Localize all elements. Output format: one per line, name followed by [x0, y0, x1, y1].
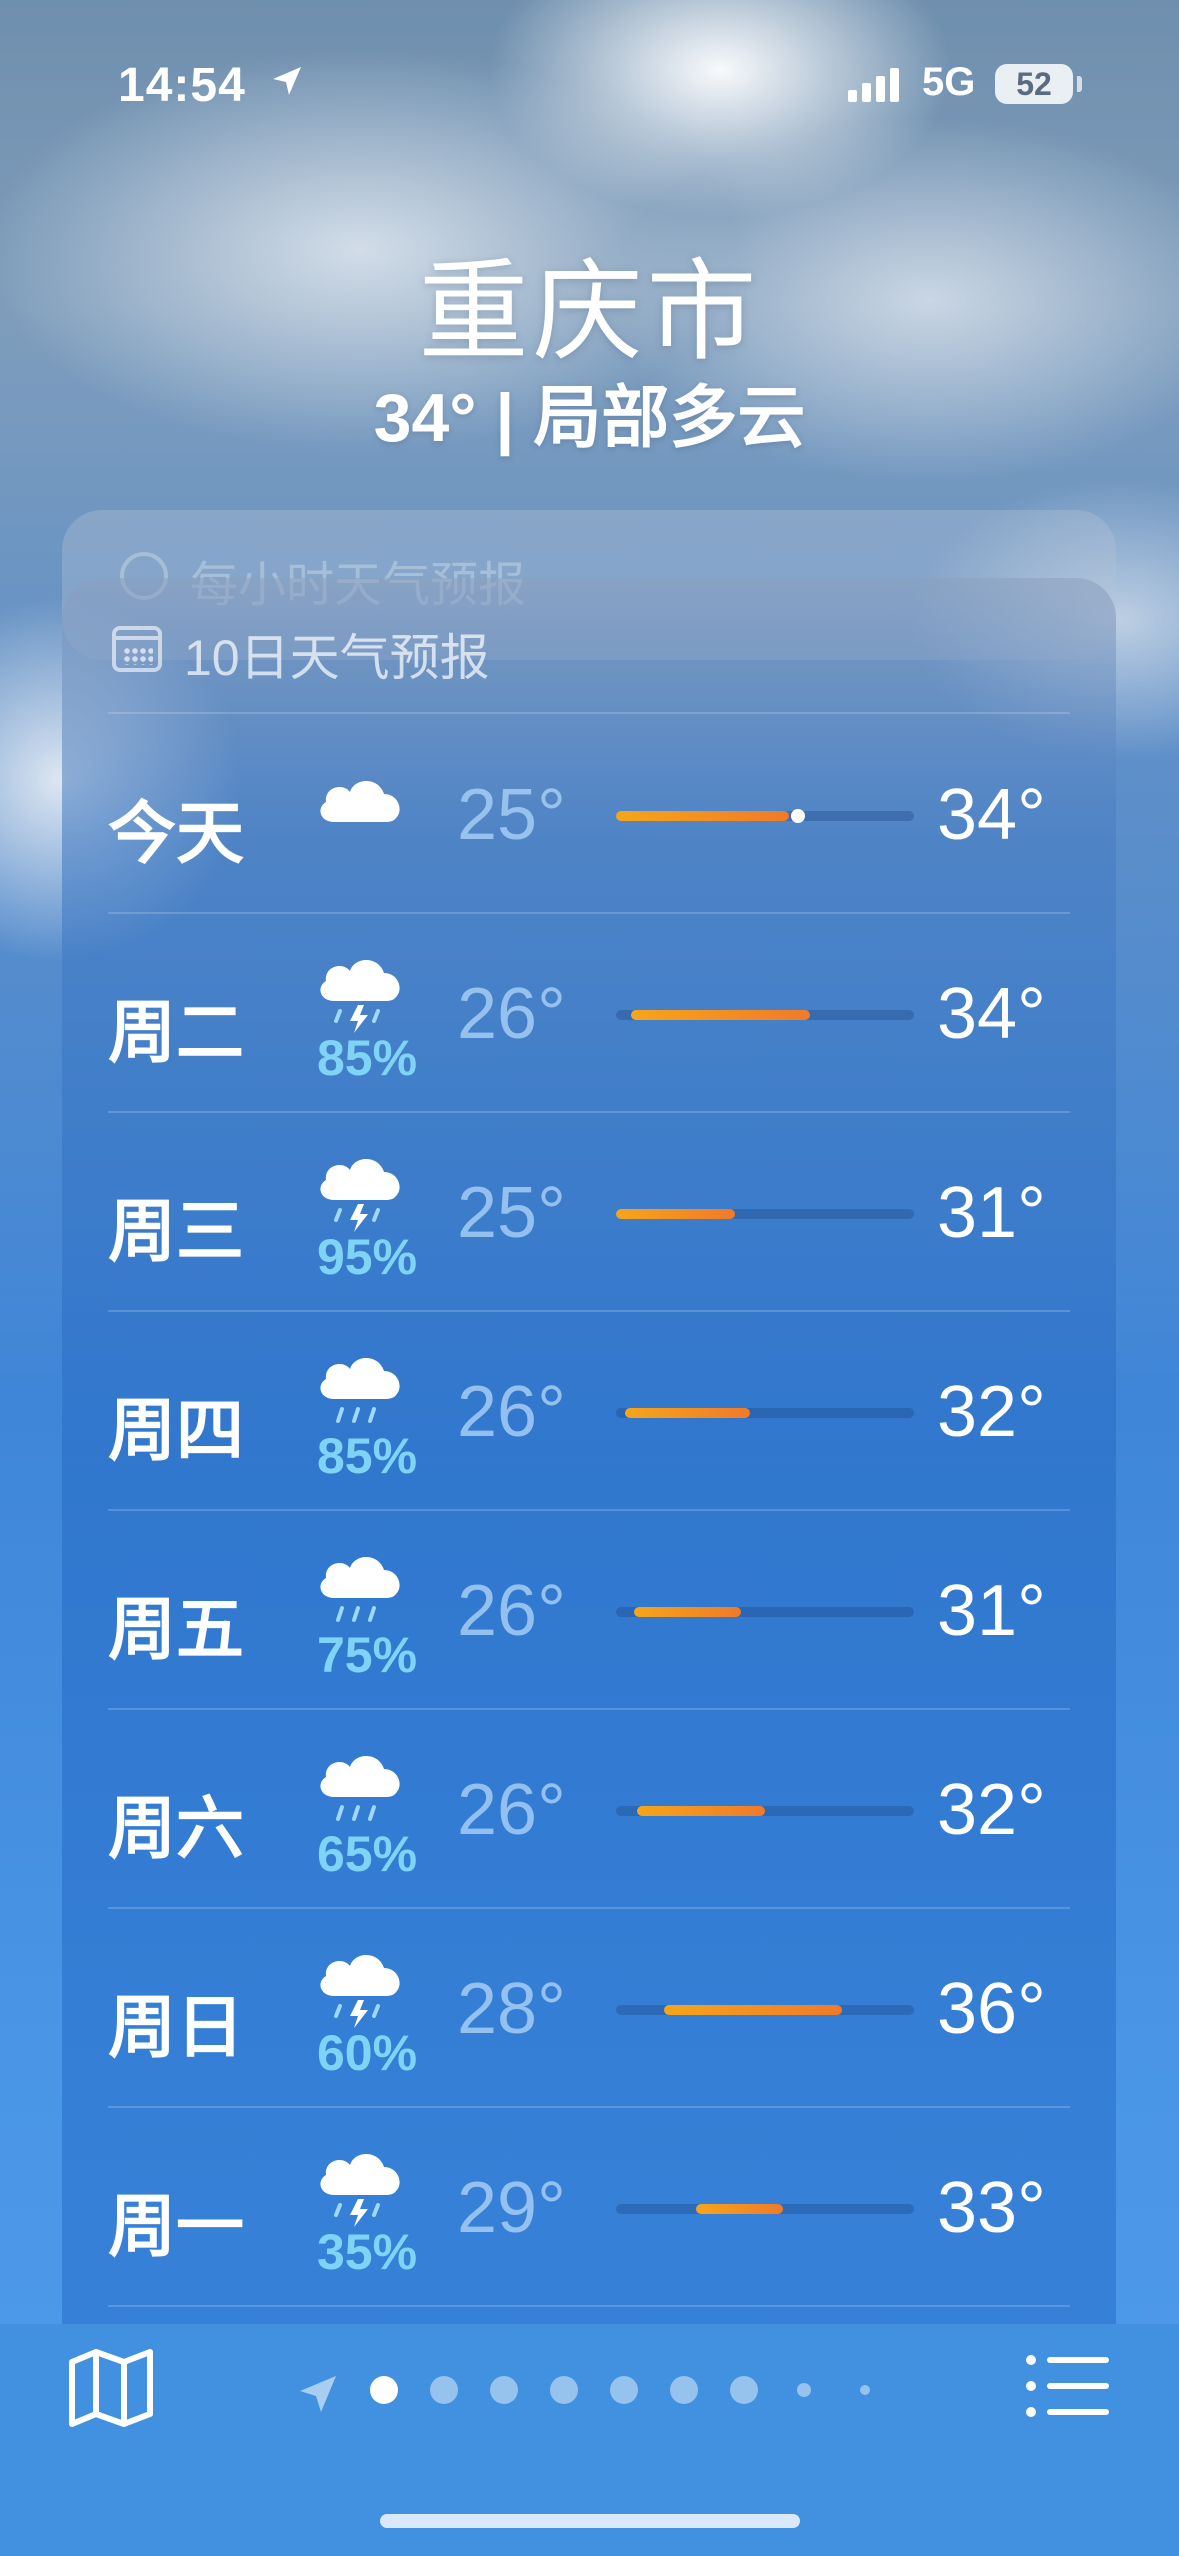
- rain-icon: [312, 1337, 412, 1437]
- high-temp: 32°: [937, 1372, 1046, 1452]
- forecast-row[interactable]: 周日 60% 28° 36°: [62, 1908, 1116, 2106]
- temp-range-fill: [663, 2005, 843, 2015]
- battery-tip: [1077, 76, 1082, 92]
- precip-chance: 65%: [316, 1826, 418, 1882]
- thunderstorm-icon: [312, 1934, 412, 2034]
- city-list-icon[interactable]: [1025, 2354, 1111, 2418]
- precip-chance: 95%: [316, 1229, 418, 1285]
- high-temp: 34°: [937, 974, 1046, 1054]
- temp-range-fill: [696, 2204, 783, 2214]
- battery-icon: 52: [995, 64, 1073, 104]
- temp-range-bar: [616, 2204, 914, 2214]
- temp-range-bar: [616, 1209, 914, 1219]
- forecast-row[interactable]: 周五 75% 26° 31°: [62, 1510, 1116, 1708]
- temp-range-fill: [630, 1010, 810, 1020]
- forecast-row[interactable]: 周三 95% 25° 31°: [62, 1112, 1116, 1310]
- forecast-row[interactable]: 周六 65% 26° 32°: [62, 1709, 1116, 1907]
- page-indicator-dot[interactable]: [610, 2376, 638, 2404]
- precip-chance: 75%: [316, 1627, 418, 1683]
- forecast-title: 10日天气预报: [184, 630, 490, 686]
- cloud-icon: [312, 750, 412, 850]
- status-bar: 14:54 5G 52: [0, 50, 1179, 130]
- rain-icon: [312, 1735, 412, 1835]
- page-indicator-dot[interactable]: [430, 2376, 458, 2404]
- page-indicator-dot[interactable]: [670, 2376, 698, 2404]
- page-indicator-dot[interactable]: [370, 2376, 398, 2404]
- day-label: 周四: [108, 1393, 245, 1469]
- forecast-row[interactable]: 今天 25° 34°: [62, 714, 1116, 912]
- temp-range-bar: [616, 1408, 914, 1418]
- page-indicator-dot[interactable]: [550, 2376, 578, 2404]
- day-label: 周六: [108, 1791, 245, 1867]
- temp-range-bar: [616, 1010, 914, 1020]
- current-location-icon[interactable]: [296, 2372, 340, 2421]
- precip-chance: 35%: [316, 2224, 418, 2280]
- day-label: 周五: [108, 1592, 245, 1668]
- cellular-signal-icon: [848, 68, 908, 107]
- forecast-row[interactable]: 周二 85% 26° 34°: [62, 913, 1116, 1111]
- page-indicator-dot[interactable]: [490, 2376, 518, 2404]
- temp-range-bar: [616, 809, 914, 823]
- map-icon[interactable]: [66, 2348, 156, 2428]
- rain-icon: [312, 1536, 412, 1636]
- day-label: 今天: [108, 796, 245, 872]
- page-indicator-dot[interactable]: [860, 2385, 870, 2395]
- temp-range-bar: [616, 1607, 914, 1617]
- precip-chance: 85%: [316, 1428, 418, 1484]
- temp-range-fill: [636, 1806, 765, 1816]
- day-label: 周三: [108, 1194, 245, 1270]
- current-temp-dot: [790, 809, 805, 823]
- high-temp: 36°: [937, 1969, 1046, 2049]
- city-name: 重庆市: [418, 251, 761, 374]
- location-arrow-icon: [270, 64, 304, 103]
- day-label: 周日: [108, 1990, 245, 2066]
- precip-chance: 85%: [316, 1030, 418, 1086]
- home-indicator: [380, 2514, 800, 2528]
- high-temp: 32°: [937, 1770, 1046, 1850]
- high-temp: 34°: [937, 775, 1046, 855]
- thunderstorm-icon: [312, 1138, 412, 1238]
- forecast-row[interactable]: 周一 35% 29° 33°: [62, 2107, 1116, 2305]
- page-indicator-dot[interactable]: [797, 2383, 811, 2397]
- divider: [108, 2305, 1070, 2307]
- page-indicator-dot[interactable]: [730, 2376, 758, 2404]
- current-conditions: 34° | 局部多云: [373, 380, 806, 456]
- status-time: 14:54: [118, 59, 246, 112]
- high-temp: 31°: [937, 1571, 1046, 1651]
- high-temp: 31°: [937, 1173, 1046, 1253]
- day-label: 周一: [108, 2189, 245, 2265]
- calendar-icon: [112, 626, 162, 672]
- temp-range-bar: [616, 1806, 914, 1816]
- temp-range-bar: [616, 2005, 914, 2015]
- forecast-row[interactable]: 周四 85% 26° 32°: [62, 1311, 1116, 1509]
- temp-range-fill: [616, 1209, 736, 1219]
- temp-range-fill: [616, 811, 789, 821]
- high-temp: 33°: [937, 2168, 1046, 2248]
- thunderstorm-icon: [312, 939, 412, 1039]
- precip-chance: 60%: [316, 2025, 418, 2081]
- day-label: 周二: [108, 995, 245, 1071]
- temp-range-fill: [633, 1607, 742, 1617]
- network-type: 5G: [922, 60, 976, 104]
- thunderstorm-icon: [312, 2133, 412, 2233]
- temp-range-fill: [624, 1408, 751, 1418]
- ten-day-forecast-card[interactable]: 10日天气预报 今天 25° 34° 周二 85% 26° 34° 周三 95% 25° 31° 周四…: [62, 578, 1116, 2458]
